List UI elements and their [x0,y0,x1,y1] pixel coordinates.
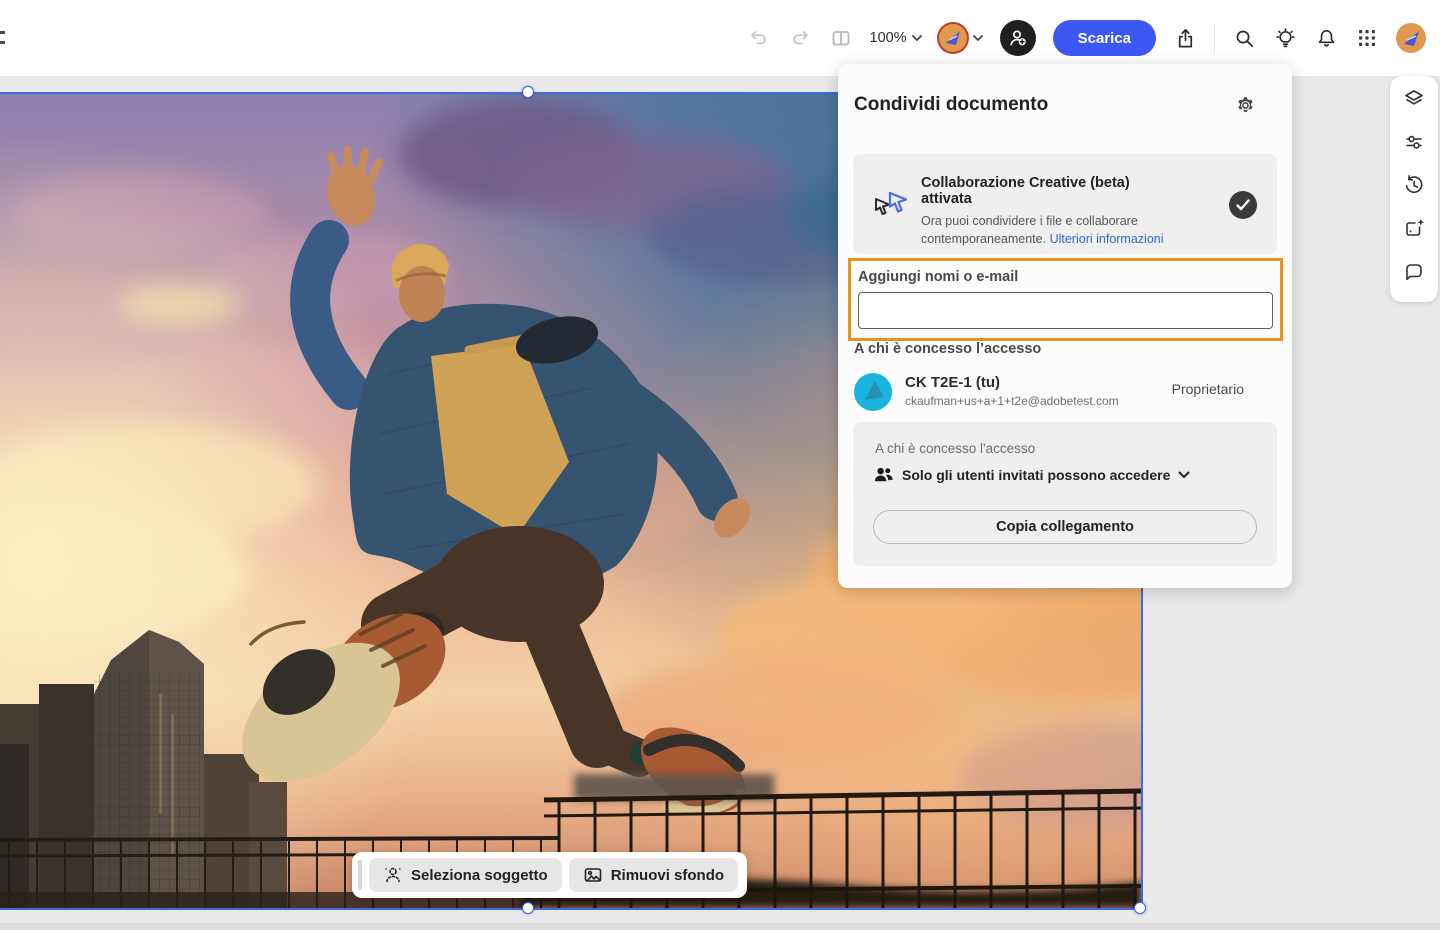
access-level-dropdown[interactable]: Solo gli utenti invitati possono acceder… [873,466,1190,484]
collaboration-cursors-icon [873,187,913,225]
owner-row: CK T2E-1 (tu) ckaufman+us+a+1+t2e@adobet… [854,370,1260,414]
layers-icon[interactable] [1402,87,1426,111]
access-heading: A chi è concesso l’accesso [854,341,1042,357]
collaborator-avatar-menu[interactable] [938,24,983,52]
select-subject-label: Seleziona soggetto [411,866,548,884]
collab-banner-line2: contemporaneamente. [921,232,1047,246]
share-export-icon[interactable] [1173,26,1197,50]
owner-role: Proprietario [1171,381,1244,397]
drag-handle[interactable] [358,860,362,890]
owner-email: ckaufman+us+a+1+t2e@adobetest.com [905,394,1119,408]
invite-collaborators-button[interactable] [999,20,1036,56]
people-icon [874,467,893,482]
chevron-down-icon [1178,471,1190,479]
redo-icon[interactable] [788,26,812,50]
selection-handle-corner[interactable] [1134,902,1146,914]
select-subject-icon [385,867,401,883]
zoom-value: 100% [869,30,907,46]
remove-background-icon [584,868,601,882]
share-settings-gear-icon[interactable] [1235,95,1256,116]
owner-name: CK T2E-1 (tu) [905,374,1000,391]
link-access-box: A chi è concesso l'accesso Solo gli uten… [853,422,1277,566]
lightbulb-icon[interactable] [1273,26,1297,50]
select-subject-button[interactable]: Seleziona soggetto [369,858,562,892]
account-avatar[interactable] [1396,23,1426,53]
chevron-down-icon [911,34,922,41]
cutoff-menu-icon [0,30,5,48]
adjustments-sliders-icon[interactable] [1402,130,1426,154]
add-people-input[interactable] [858,292,1273,329]
right-tool-rail [1390,76,1438,302]
access-level-value: Solo gli utenti invitati possono acceder… [902,467,1171,483]
chevron-down-icon [972,34,983,41]
toolbar-divider [1214,23,1215,53]
copy-link-button[interactable]: Copia collegamento [873,510,1257,544]
add-people-highlight: Aggiungi nomi o e-mail [848,258,1283,341]
add-people-label: Aggiungi nomi o e-mail [858,269,1019,285]
undo-icon[interactable] [747,26,771,50]
collab-banner-title: Collaborazione Creative (beta) attivata [921,175,1130,207]
collab-enabled-check-icon [1229,191,1257,219]
link-access-heading: A chi è concesso l'accesso [875,441,1036,456]
download-button[interactable]: Scarica [1052,20,1156,56]
selection-handle-bottom[interactable] [522,902,534,914]
zoom-control[interactable]: 100% [870,30,922,46]
search-icon[interactable] [1232,26,1256,50]
remove-background-label: Rimuovi sfondo [610,866,725,884]
collaboration-banner: Collaborazione Creative (beta) attivata … [853,154,1277,254]
notifications-bell-icon[interactable] [1314,26,1338,50]
share-document-panel: Condividi documento Collaborazione Creat… [838,64,1292,588]
comments-icon[interactable] [1402,259,1426,283]
remove-background-button[interactable]: Rimuovi sfondo [568,858,739,892]
collaborator-avatar [938,24,967,52]
collab-banner-line1: Ora puoi condividere i file e collaborar… [921,214,1138,228]
owner-avatar [854,373,892,411]
learn-more-link[interactable]: Ulteriori informazioni [1050,232,1164,246]
history-icon[interactable] [1402,173,1426,197]
create-remix-icon[interactable] [1402,216,1426,240]
pages-icon[interactable] [829,26,853,50]
workspace-bottom-strip [0,923,1440,930]
share-panel-title: Condividi documento [854,94,1049,115]
selection-handle-top[interactable] [522,86,534,98]
apps-grid-icon[interactable] [1355,26,1379,50]
quick-actions-bar: Seleziona soggetto Rimuovi sfondo [352,852,748,898]
